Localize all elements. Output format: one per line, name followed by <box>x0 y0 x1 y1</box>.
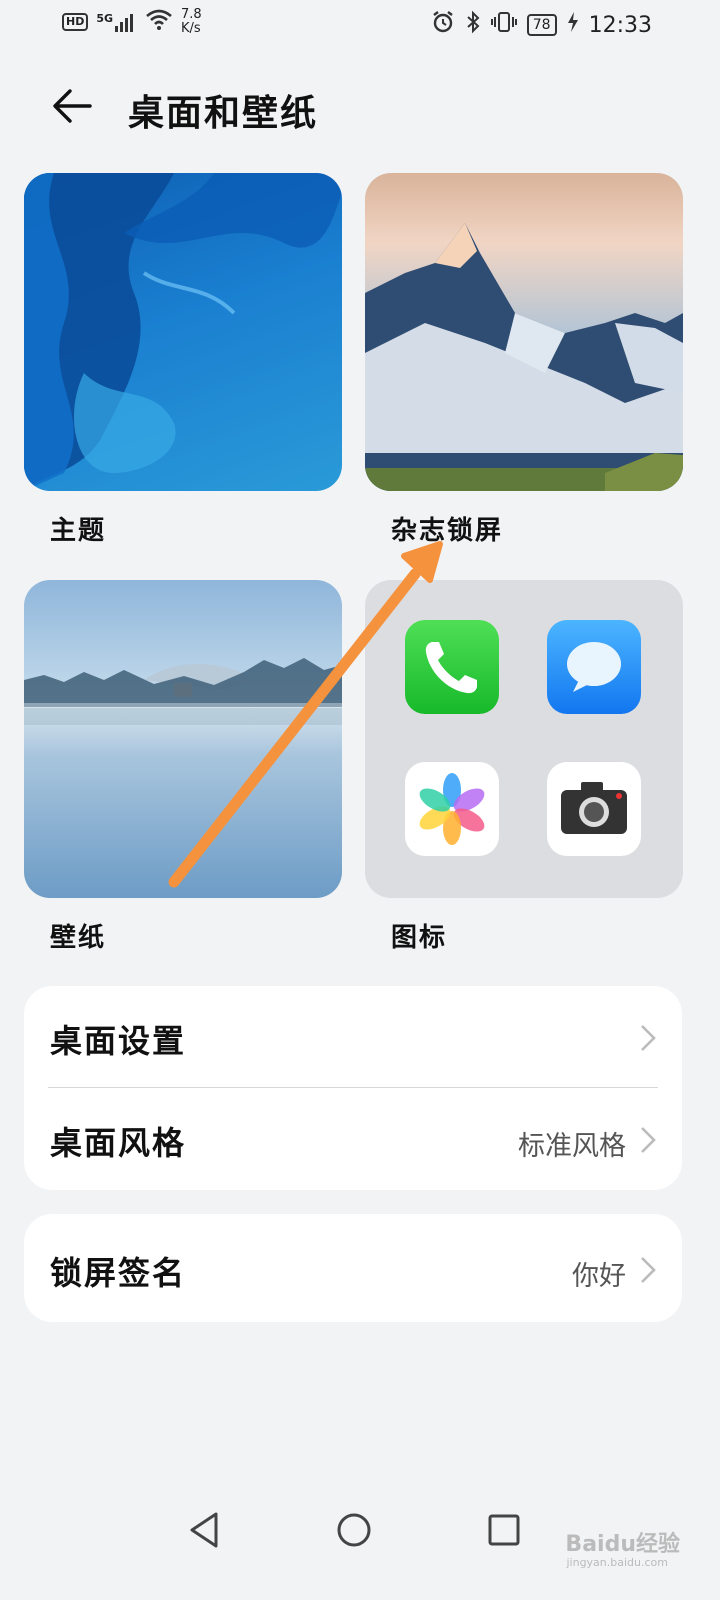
page-title: 桌面和壁纸 <box>128 92 319 134</box>
back-arrow-icon <box>53 89 92 123</box>
magazine-lockscreen-card[interactable] <box>365 173 683 491</box>
wifi-icon <box>145 8 173 36</box>
status-bar-left: HD 5G 7.8 K/s <box>62 8 207 36</box>
desktop-settings-group: 桌面设置 桌面风格 标准风格 <box>24 986 682 1190</box>
magazine-lockscreen-label: 杂志锁屏 <box>391 516 504 546</box>
hd-badge: HD <box>62 13 89 31</box>
nav-back-button[interactable] <box>184 1508 228 1552</box>
back-button[interactable] <box>48 82 96 130</box>
lockscreen-signature-row[interactable]: 锁屏签名 你好 <box>24 1214 682 1322</box>
status-bar: HD 5G 7.8 K/s 78 12:33 <box>0 0 720 48</box>
theme-preview-image <box>24 173 342 491</box>
circle-home-icon <box>337 1513 371 1547</box>
status-time: 12:33 <box>588 12 652 38</box>
lake-preview-image <box>24 658 342 725</box>
desktop-style-value: 标准风格 <box>518 1131 626 1162</box>
mountain-preview-image <box>365 223 683 491</box>
charging-icon <box>567 11 579 39</box>
phone-app-icon <box>405 620 499 714</box>
desktop-settings-row[interactable]: 桌面设置 <box>24 986 682 1088</box>
desktop-settings-label: 桌面设置 <box>50 1022 187 1060</box>
baidu-watermark: Baidu经验 <box>565 1532 680 1557</box>
messaging-app-icon <box>547 620 641 714</box>
icons-card[interactable] <box>365 580 683 898</box>
desktop-style-label: 桌面风格 <box>50 1124 187 1162</box>
signal-label: 5G <box>96 12 114 25</box>
signal-icon: 5G <box>96 12 137 32</box>
chevron-right-icon <box>641 1025 656 1051</box>
triangle-back-icon <box>190 1512 218 1548</box>
nav-recents-button[interactable] <box>482 1508 526 1552</box>
baidu-watermark-url: jingyan.baidu.com <box>566 1556 668 1569</box>
square-recents-icon <box>488 1514 520 1546</box>
theme-card[interactable] <box>24 173 342 491</box>
icons-label: 图标 <box>391 923 448 953</box>
wallpaper-label: 壁纸 <box>50 923 107 953</box>
battery-indicator: 78 <box>526 14 557 36</box>
network-speed: 7.8 K/s <box>181 8 207 36</box>
network-speed-value: 7.8 <box>181 7 202 22</box>
lockscreen-signature-label: 锁屏签名 <box>50 1254 187 1292</box>
wallpaper-card[interactable] <box>24 580 342 898</box>
lockscreen-signature-value: 你好 <box>572 1261 626 1292</box>
desktop-style-row[interactable]: 桌面风格 标准风格 <box>24 1088 682 1190</box>
gallery-app-icon <box>405 762 499 856</box>
status-bar-right: 78 12:33 <box>431 10 652 40</box>
chevron-right-icon <box>641 1257 656 1283</box>
network-speed-unit: K/s <box>181 21 201 36</box>
nav-home-button[interactable] <box>332 1508 376 1552</box>
lockscreen-signature-group: 锁屏签名 你好 <box>24 1214 682 1322</box>
alarm-icon <box>431 10 455 40</box>
camera-app-icon <box>547 762 641 856</box>
chevron-right-icon <box>641 1127 656 1153</box>
theme-label: 主题 <box>50 516 107 546</box>
bluetooth-icon <box>465 10 481 40</box>
vibrate-icon <box>490 10 517 40</box>
page-header: 桌面和壁纸 <box>0 70 720 140</box>
